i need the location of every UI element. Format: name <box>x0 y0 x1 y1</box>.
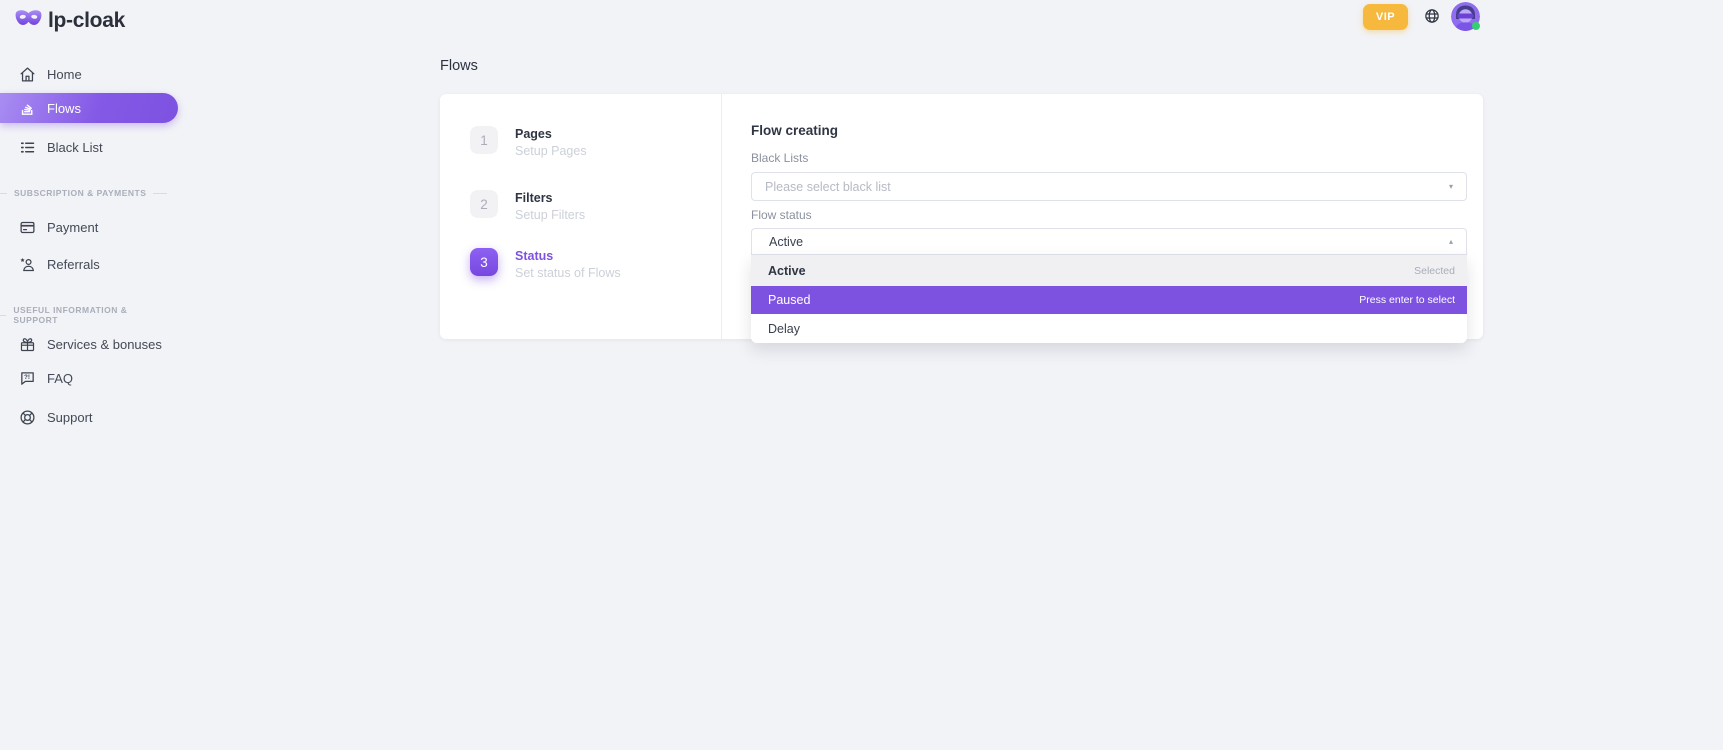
sidebar-item-faq[interactable]: ?! FAQ <box>0 364 185 392</box>
sidebar-item-support[interactable]: Support <box>0 403 185 431</box>
language-globe-icon[interactable] <box>1424 8 1440 24</box>
option-delay[interactable]: Delay <box>751 314 1467 343</box>
flow-status-select[interactable]: Active ▴ <box>751 228 1467 255</box>
page-title: Flows <box>440 58 478 74</box>
step-filters[interactable]: 2 Filters Setup Filters <box>470 190 585 222</box>
step-subtitle: Setup Filters <box>515 208 585 222</box>
option-paused[interactable]: Paused Press enter to select <box>751 286 1467 314</box>
step-pages[interactable]: 1 Pages Setup Pages <box>470 126 587 158</box>
flow-creating-card: 1 Pages Setup Pages 2 Filters Setup Filt… <box>440 94 1483 339</box>
sidebar-section-subscription: SUBSCRIPTION & PAYMENTS <box>0 188 185 198</box>
list-icon <box>19 139 36 156</box>
sidebar-item-referrals[interactable]: Referrals <box>0 250 185 278</box>
sidebar-item-label: Support <box>47 410 93 425</box>
sidebar-item-label: Flows <box>47 101 81 116</box>
black-lists-placeholder: Please select black list <box>765 180 891 194</box>
flow-status-label: Flow status <box>751 208 812 222</box>
sidebar-item-black-list[interactable]: Black List <box>0 133 185 161</box>
step-title: Status <box>515 248 621 263</box>
option-active[interactable]: Active Selected <box>751 255 1467 286</box>
mask-logo-icon <box>15 8 42 33</box>
vip-button[interactable]: VIP <box>1363 4 1408 30</box>
faq-bubble-icon: ?! <box>19 370 36 387</box>
form-title: Flow creating <box>751 123 838 138</box>
sidebar-item-label: Payment <box>47 220 98 235</box>
step-number-badge: 3 <box>470 248 498 276</box>
chevron-up-icon: ▴ <box>1449 237 1453 246</box>
app-window: lp-cloak Home Flows Black List SUBSCRIPT… <box>0 0 1723 750</box>
brand-logo[interactable]: lp-cloak <box>15 8 125 33</box>
sidebar-item-label: FAQ <box>47 371 73 386</box>
lifebuoy-icon <box>19 409 36 426</box>
svg-text:?!: ?! <box>24 374 30 381</box>
credit-card-icon <box>19 219 36 236</box>
sidebar-item-label: Black List <box>47 140 103 155</box>
black-lists-label: Black Lists <box>751 151 808 165</box>
sidebar-item-label: Services & bonuses <box>47 337 162 352</box>
option-label: Paused <box>768 293 810 307</box>
referral-person-icon <box>19 256 36 273</box>
option-label: Delay <box>768 322 800 336</box>
step-subtitle: Set status of Flows <box>515 266 621 280</box>
sidebar-item-label: Home <box>47 67 82 82</box>
black-lists-select[interactable]: Please select black list ▾ <box>751 172 1467 201</box>
brand-name: lp-cloak <box>48 9 125 33</box>
step-title: Filters <box>515 190 585 205</box>
sidebar-item-services-bonuses[interactable]: Services & bonuses <box>0 330 185 358</box>
option-label: Active <box>768 264 806 278</box>
flow-status-dropdown: Active Selected Paused Press enter to se… <box>751 255 1467 343</box>
step-number-badge: 1 <box>470 126 498 154</box>
flows-stack-icon <box>19 100 36 117</box>
step-subtitle: Setup Pages <box>515 144 587 158</box>
online-status-dot <box>1472 22 1480 30</box>
wizard-steps: 1 Pages Setup Pages 2 Filters Setup Filt… <box>440 94 722 339</box>
sidebar-item-home[interactable]: Home <box>0 60 185 88</box>
option-hint-press-enter: Press enter to select <box>1359 294 1455 306</box>
home-icon <box>19 66 36 83</box>
sidebar-item-flows[interactable]: Flows <box>0 93 178 123</box>
step-title: Pages <box>515 126 587 141</box>
chevron-down-icon: ▾ <box>1449 182 1453 191</box>
option-hint-selected: Selected <box>1414 265 1455 277</box>
sidebar: lp-cloak Home Flows Black List SUBSCRIPT… <box>0 0 185 750</box>
gift-icon <box>19 336 36 353</box>
sidebar-section-support: USEFUL INFORMATION & SUPPORT <box>0 305 185 325</box>
user-avatar[interactable] <box>1451 2 1480 31</box>
flow-status-value: Active <box>765 235 803 249</box>
sidebar-item-payment[interactable]: Payment <box>0 213 185 241</box>
step-status[interactable]: 3 Status Set status of Flows <box>470 248 621 280</box>
step-number-badge: 2 <box>470 190 498 218</box>
sidebar-item-label: Referrals <box>47 257 100 272</box>
